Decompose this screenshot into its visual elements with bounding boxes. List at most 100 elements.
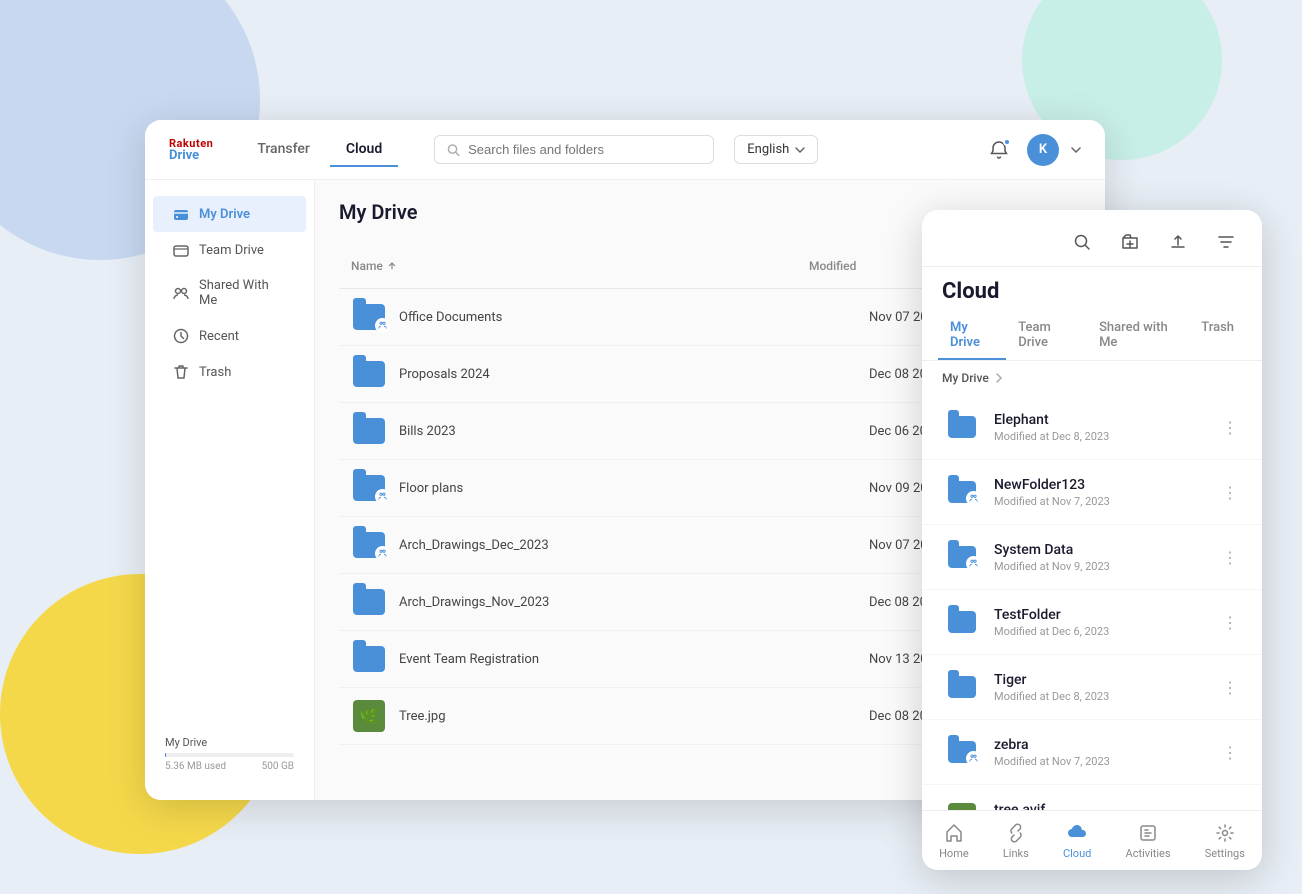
file-name: Tree.jpg [399, 709, 869, 724]
panel-file-date: Modified at Nov 7, 2023 [994, 495, 1218, 508]
storage-bar-fill [165, 753, 166, 757]
panel-file-info: TestFolder Modified at Dec 6, 2023 [994, 607, 1218, 638]
nav-links-label: Links [1003, 847, 1029, 860]
nav-cloud-label: Cloud [1063, 847, 1091, 860]
search-icon [447, 143, 460, 157]
trash-icon [173, 364, 189, 380]
language-selector[interactable]: English [734, 135, 818, 164]
settings-icon [1214, 822, 1236, 844]
sidebar-label-team-drive: Team Drive [199, 243, 264, 258]
sidebar-label-shared: Shared With Me [199, 278, 286, 308]
panel-search-button[interactable] [1066, 226, 1098, 258]
panel-list-item[interactable]: NewFolder123 Modified at Nov 7, 2023 ⋮ [922, 460, 1262, 525]
nav-tab-cloud[interactable]: Cloud [330, 133, 398, 167]
header-right: K [983, 134, 1081, 166]
panel-file-date: Modified at Nov 9, 2023 [994, 560, 1218, 573]
nav-cloud[interactable]: Cloud [1047, 818, 1107, 864]
panel-file-icon [942, 602, 982, 642]
panel-file-date: Modified at Dec 8, 2023 [994, 430, 1218, 443]
sidebar-item-team-drive[interactable]: Team Drive [153, 232, 306, 268]
panel-file-info: Tiger Modified at Dec 8, 2023 [994, 672, 1218, 703]
nav-settings[interactable]: Settings [1189, 818, 1261, 864]
panel-file-name: TestFolder [994, 607, 1218, 623]
storage-text: 5.36 MB used 500 GB [165, 761, 294, 772]
sidebar-item-trash[interactable]: Trash [153, 354, 306, 390]
panel-breadcrumb: My Drive [922, 361, 1262, 395]
storage-info: My Drive 5.36 MB used 500 GB [145, 724, 314, 784]
panel-file-name: zebra [994, 737, 1218, 753]
links-icon [1005, 822, 1027, 844]
panel-more-button[interactable]: ⋮ [1218, 610, 1242, 634]
search-icon-panel [1073, 233, 1091, 251]
bottom-nav: Home Links Cloud [922, 810, 1262, 870]
right-panel: Cloud My Drive Team Drive Shared with Me… [922, 210, 1262, 870]
panel-title: Cloud [922, 267, 1262, 312]
panel-tabs: My Drive Team Drive Shared with Me Trash [922, 312, 1262, 361]
my-drive-icon [173, 206, 189, 222]
panel-upload-button[interactable] [1162, 226, 1194, 258]
language-label: English [747, 142, 789, 157]
panel-file-icon [942, 537, 982, 577]
file-icon [351, 527, 387, 563]
nav-activities[interactable]: Activities [1110, 818, 1187, 864]
file-icon [351, 584, 387, 620]
panel-file-date: Modified at Nov 7, 2023 [994, 755, 1218, 768]
col-name-header: Name [351, 259, 809, 273]
nav-activities-label: Activities [1126, 847, 1171, 860]
filter-icon [1217, 233, 1235, 251]
sidebar-item-recent[interactable]: Recent [153, 318, 306, 354]
panel-tab-my-drive[interactable]: My Drive [938, 312, 1006, 360]
notification-dot [1003, 138, 1011, 146]
chevron-down-icon-user [1071, 147, 1081, 153]
panel-file-icon [942, 472, 982, 512]
panel-new-folder-button[interactable] [1114, 226, 1146, 258]
panel-file-name: Tiger [994, 672, 1218, 688]
nav-tab-transfer[interactable]: Transfer [241, 133, 326, 167]
sidebar-item-my-drive[interactable]: My Drive [153, 196, 306, 232]
search-bar[interactable] [434, 135, 714, 164]
storage-used: 5.36 MB used [165, 761, 226, 772]
nav-home[interactable]: Home [923, 818, 985, 864]
panel-list-item[interactable]: System Data Modified at Nov 9, 2023 ⋮ [922, 525, 1262, 590]
search-input[interactable] [468, 142, 701, 157]
activities-icon [1137, 822, 1159, 844]
panel-list-item[interactable]: Elephant Modified at Dec 8, 2023 ⋮ [922, 395, 1262, 460]
sidebar: My Drive Team Drive Shared With Me [145, 180, 315, 800]
team-drive-icon [173, 242, 189, 258]
panel-list-item[interactable]: TestFolder Modified at Dec 6, 2023 ⋮ [922, 590, 1262, 655]
panel-more-button[interactable]: ⋮ [1218, 545, 1242, 569]
panel-tab-team-drive[interactable]: Team Drive [1006, 312, 1087, 360]
cloud-icon [1066, 822, 1088, 844]
shared-icon [173, 285, 189, 301]
col-name-label: Name [351, 259, 383, 273]
avatar[interactable]: K [1027, 134, 1059, 166]
home-icon [943, 822, 965, 844]
file-name: Arch_Drawings_Nov_2023 [399, 595, 869, 610]
panel-filter-button[interactable] [1210, 226, 1242, 258]
storage-total: 500 GB [262, 761, 294, 772]
panel-file-name: System Data [994, 542, 1218, 558]
panel-file-info: NewFolder123 Modified at Nov 7, 2023 [994, 477, 1218, 508]
app-header: Rakuten Drive Transfer Cloud English [145, 120, 1105, 180]
panel-more-button[interactable]: ⋮ [1218, 480, 1242, 504]
panel-file-date: Modified at Dec 6, 2023 [994, 625, 1218, 638]
recent-icon [173, 328, 189, 344]
chevron-down-icon [795, 147, 805, 153]
nav-home-label: Home [939, 847, 969, 860]
panel-tab-trash[interactable]: Trash [1189, 312, 1246, 360]
sidebar-item-shared[interactable]: Shared With Me [153, 268, 306, 318]
panel-more-button[interactable]: ⋮ [1218, 740, 1242, 764]
logo-drive: Drive [169, 149, 213, 162]
panel-file-info: Elephant Modified at Dec 8, 2023 [994, 412, 1218, 443]
panel-tab-shared[interactable]: Shared with Me [1087, 312, 1189, 360]
panel-more-button[interactable]: ⋮ [1218, 675, 1242, 699]
panel-list-item[interactable]: zebra Modified at Nov 7, 2023 ⋮ [922, 720, 1262, 785]
panel-list-item[interactable]: Tiger Modified at Dec 8, 2023 ⋮ [922, 655, 1262, 720]
file-icon [351, 641, 387, 677]
panel-file-name: Elephant [994, 412, 1218, 428]
file-icon [351, 356, 387, 392]
notification-button[interactable] [983, 134, 1015, 166]
file-icon: 🌿 [351, 698, 387, 734]
panel-more-button[interactable]: ⋮ [1218, 415, 1242, 439]
nav-links[interactable]: Links [987, 818, 1045, 864]
